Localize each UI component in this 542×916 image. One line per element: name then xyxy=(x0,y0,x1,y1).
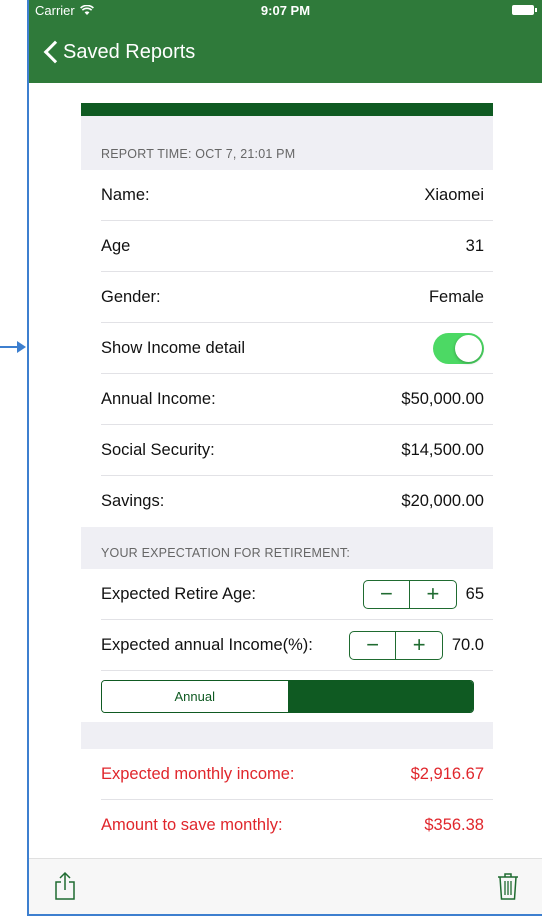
report-time-header: REPORT TIME: OCT 7, 21:01 PM xyxy=(81,116,493,170)
social-security-row: Social Security: $14,500.00 xyxy=(101,425,493,476)
row-label: Amount to save monthly: xyxy=(101,816,283,834)
trash-icon[interactable] xyxy=(496,871,520,901)
row-value: Female xyxy=(428,287,484,306)
segment-annual[interactable]: Annual xyxy=(102,681,288,712)
row-label: Expected monthly income: xyxy=(101,764,295,783)
row-label: Age xyxy=(101,236,131,255)
income-pct-stepper: − + xyxy=(348,630,443,660)
retire-age-stepper-group: − + 65 xyxy=(362,579,484,609)
card-top-bar xyxy=(81,103,493,116)
top-bar: Carrier 9:07 PM Saved Reports xyxy=(29,0,542,83)
name-row: Name: Xiaomei xyxy=(101,170,493,221)
income-pct-increment-button[interactable]: + xyxy=(395,631,442,659)
row-value: $356.38 xyxy=(424,816,484,834)
row-label: Name: xyxy=(101,185,150,204)
income-pct-stepper-group: − + 70.0 xyxy=(348,630,484,660)
row-label: Social Security: xyxy=(101,440,215,459)
show-income-row: Show Income detail xyxy=(101,323,493,374)
retire-age-value: 65 xyxy=(465,584,484,603)
annotation-arrow xyxy=(0,340,28,354)
bottom-toolbar xyxy=(29,858,542,914)
report-card: REPORT TIME: OCT 7, 21:01 PM Name: Xiaom… xyxy=(81,103,493,851)
retire-age-decrement-button[interactable]: − xyxy=(364,581,410,608)
row-label: Expected annual Income(%): xyxy=(101,635,313,654)
row-label: Savings: xyxy=(101,492,165,510)
status-bar: Carrier 9:07 PM xyxy=(29,0,542,20)
save-monthly-row: Amount to save monthly: $356.38 xyxy=(101,800,493,851)
row-label: Gender: xyxy=(101,287,161,306)
segment-selected[interactable] xyxy=(287,681,473,712)
age-row: Age 31 xyxy=(101,221,493,272)
row-value: $14,500.00 xyxy=(401,440,484,459)
status-time: 9:07 PM xyxy=(260,3,311,18)
retire-age-row: Expected Retire Age: − + 65 xyxy=(101,569,493,620)
show-income-toggle[interactable] xyxy=(433,332,484,364)
segment-row: Annual xyxy=(101,671,493,722)
row-value: $2,916.67 xyxy=(410,764,484,783)
battery-icon xyxy=(512,5,537,15)
back-label: Saved Reports xyxy=(63,40,196,63)
gender-row: Gender: Female xyxy=(101,272,493,323)
arrow-head xyxy=(17,341,26,353)
retire-age-increment-button[interactable]: + xyxy=(409,580,456,608)
share-icon[interactable] xyxy=(53,871,77,901)
expectation-header: YOUR EXPECTATION FOR RETIREMENT: xyxy=(81,527,493,569)
income-pct-value: 70.0 xyxy=(451,635,484,654)
row-label: Show Income detail xyxy=(101,338,245,357)
monthly-income-row: Expected monthly income: $2,916.67 xyxy=(101,749,493,800)
row-value: Xiaomei xyxy=(424,185,484,204)
savings-row: Savings: $20,000.00 xyxy=(101,476,493,527)
row-label: Expected Retire Age: xyxy=(101,584,257,603)
period-segmented-control: Annual xyxy=(101,680,474,713)
row-value: $20,000.00 xyxy=(401,492,484,510)
annual-income-pct-row: Expected annual Income(%): − + 70.0 xyxy=(101,620,493,671)
income-pct-decrement-button[interactable]: − xyxy=(350,632,396,659)
annual-income-row: Annual Income: $50,000.00 xyxy=(101,374,493,425)
row-label: Annual Income: xyxy=(101,389,216,408)
arrow-shaft xyxy=(0,346,18,348)
row-value: $50,000.00 xyxy=(401,389,484,408)
results-spacer xyxy=(81,722,493,749)
row-value: 31 xyxy=(465,236,484,255)
phone-screen: Carrier 9:07 PM Saved Reports REPORT TIM… xyxy=(27,0,542,916)
back-button[interactable]: Saved Reports xyxy=(29,36,195,68)
toggle-knob xyxy=(455,334,482,362)
retire-age-stepper: − + xyxy=(362,579,457,609)
chevron-left-icon xyxy=(29,36,63,68)
